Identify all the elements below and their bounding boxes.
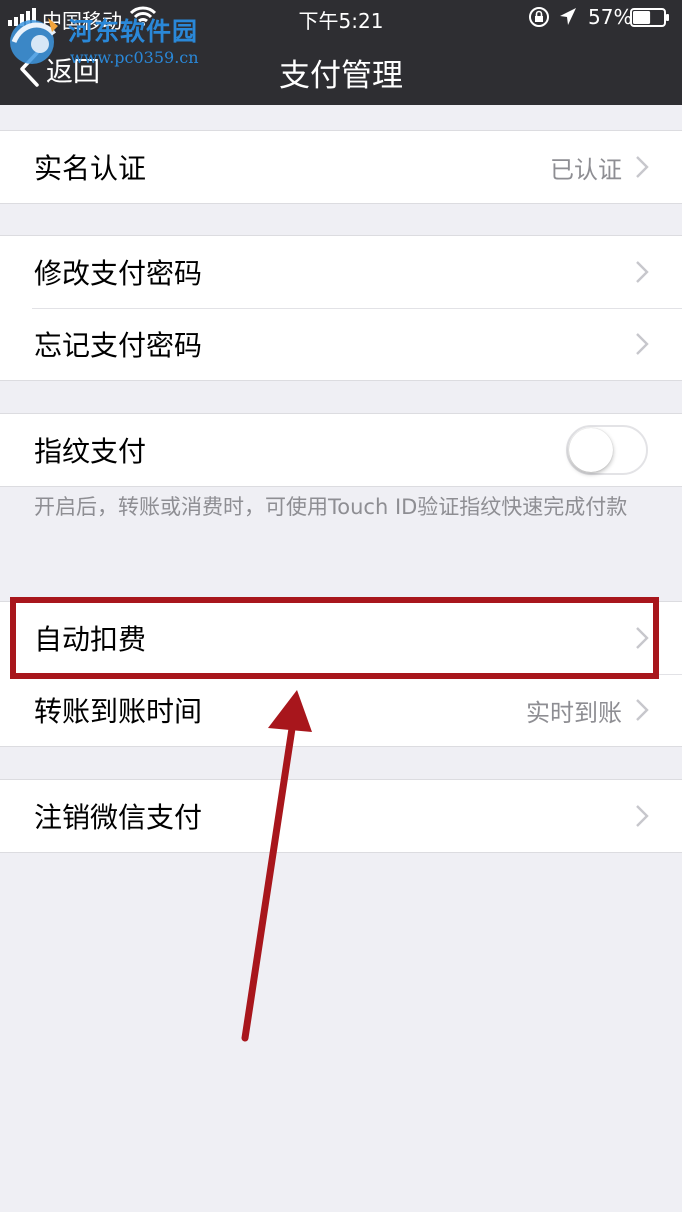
nav-bar: 返回 支付管理 [0,36,682,105]
chevron-right-icon [636,156,649,178]
toggle-knob [569,428,613,472]
payment-options-group: 自动扣费 转账到账时间 实时到账 [0,601,682,747]
cell-transfer-time[interactable]: 转账到账时间 实时到账 [0,674,682,746]
status-bar: 中国移动 下午5:21 57% [0,0,682,36]
fingerprint-footnote: 开启后，转账或消费时，可使用Touch ID验证指纹快速完成付款 [34,495,628,519]
cell-label: 忘记支付密码 [34,329,203,362]
cell-label: 实名认证 [34,152,147,185]
battery-icon [630,8,669,27]
cell-change-password[interactable]: 修改支付密码 [0,236,682,308]
chevron-right-icon [636,261,649,283]
cell-label: 自动扣费 [34,623,147,656]
verify-group: 实名认证 已认证 [0,130,682,204]
chevron-right-icon [636,805,649,827]
cell-forgot-password[interactable]: 忘记支付密码 [0,308,682,380]
cancel-group: 注销微信支付 [0,779,682,853]
page-title: 支付管理 [279,58,403,94]
location-icon [560,8,576,25]
chevron-right-icon [636,627,649,649]
battery-percent: 57% [588,5,633,29]
password-group: 修改支付密码 忘记支付密码 [0,235,682,381]
header: 中国移动 下午5:21 57% 返回 支付管理 河东软件园 www.pc0359… [0,0,682,105]
chevron-right-icon [636,699,649,721]
cell-real-name-verification[interactable]: 实名认证 已认证 [0,131,682,203]
cell-label: 修改支付密码 [34,257,203,290]
chevron-right-icon [636,333,649,355]
fingerprint-group: 指纹支付 [0,413,682,487]
cell-auto-deduct[interactable]: 自动扣费 [0,602,682,674]
fingerprint-toggle[interactable] [566,425,648,475]
rotation-lock-icon [529,7,549,27]
cell-label: 注销微信支付 [34,801,203,834]
cell-cancel-wechat-pay[interactable]: 注销微信支付 [0,780,682,852]
cell-label: 转账到账时间 [34,695,203,728]
cell-fingerprint-pay: 指纹支付 [0,414,682,486]
cell-value: 已认证 [550,155,622,184]
status-time: 下午5:21 [298,9,384,33]
cell-value: 实时到账 [526,698,622,727]
cell-label: 指纹支付 [34,435,147,468]
